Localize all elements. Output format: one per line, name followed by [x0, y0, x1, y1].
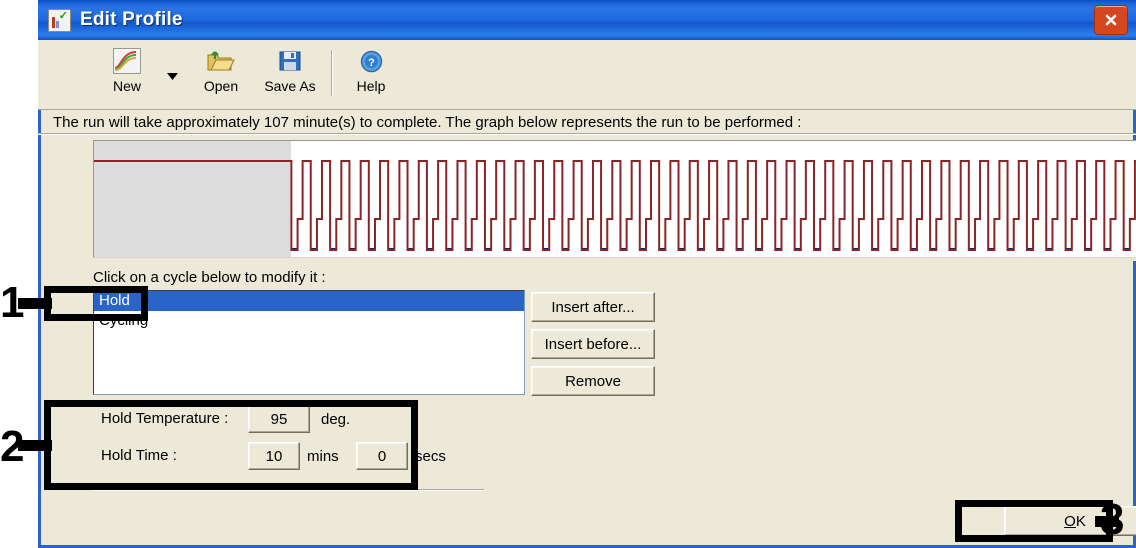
run-profile-graph[interactable] — [93, 140, 1136, 258]
window-title: Edit Profile — [80, 9, 183, 30]
help-button[interactable]: ? Help — [340, 44, 402, 104]
ok-button[interactable]: OK — [1004, 506, 1136, 536]
new-button[interactable]: New — [96, 44, 158, 104]
hold-time-mins-unit: mins — [307, 448, 339, 465]
list-item-cycling[interactable]: Cycling — [94, 311, 524, 331]
info-separator — [38, 133, 1136, 135]
hold-temperature-input[interactable]: 95 — [248, 405, 310, 433]
cycle-list[interactable]: Hold Cycling — [93, 290, 525, 395]
save-as-button-label: Save As — [264, 78, 316, 94]
toolbar-separator — [331, 50, 333, 96]
ok-button-rest: K — [1075, 512, 1086, 530]
question-mark-icon: ? — [360, 44, 383, 78]
hold-time-secs-input[interactable]: 0 — [356, 442, 408, 470]
floppy-disk-icon — [278, 44, 302, 78]
insert-before-button[interactable]: Insert before... — [531, 329, 655, 359]
profile-chart-icon: ✓ — [48, 8, 71, 32]
help-button-label: Help — [356, 78, 386, 94]
hold-time-secs-unit: secs — [415, 448, 446, 465]
annotation-number-1: 1 — [0, 278, 25, 327]
ok-button-label: OK — [1064, 513, 1086, 530]
hold-time-mins-input[interactable]: 10 — [248, 442, 300, 470]
svg-text:?: ? — [368, 57, 375, 69]
open-button-label: Open — [203, 78, 239, 94]
chevron-down-icon[interactable] — [166, 70, 178, 82]
cycle-list-label: Click on a cycle below to modify it : — [93, 269, 326, 286]
run-info-text: The run will take approximately 107 minu… — [53, 113, 802, 131]
graph-svg — [94, 141, 1136, 257]
open-folder-icon — [207, 44, 235, 78]
hold-parameters-panel: Hold Temperature : 95 deg. Hold Time : 1… — [93, 404, 453, 480]
insert-after-button[interactable]: Insert after... — [531, 292, 655, 322]
open-button[interactable]: Open — [190, 44, 252, 104]
graph-bottom-edge — [93, 258, 1136, 261]
save-as-button[interactable]: Save As — [252, 44, 328, 104]
hold-temperature-unit: deg. — [321, 411, 351, 428]
hold-time-label: Hold Time : — [101, 447, 177, 464]
edit-profile-dialog: ✓ Edit Profile New Open Save As ? Help T… — [38, 0, 1136, 548]
bottom-separator — [93, 489, 484, 491]
ok-accelerator: O — [1064, 512, 1076, 530]
list-item-hold[interactable]: Hold — [94, 291, 524, 311]
new-button-label: New — [112, 78, 141, 94]
toolbar: New Open Save As ? Help — [38, 40, 1136, 110]
new-profile-icon — [113, 44, 141, 78]
close-icon[interactable] — [1094, 5, 1128, 35]
title-bar: ✓ Edit Profile — [38, 0, 1136, 40]
remove-button[interactable]: Remove — [531, 366, 655, 396]
annotation-number-2: 2 — [0, 422, 25, 471]
hold-temperature-label: Hold Temperature : — [101, 410, 229, 427]
